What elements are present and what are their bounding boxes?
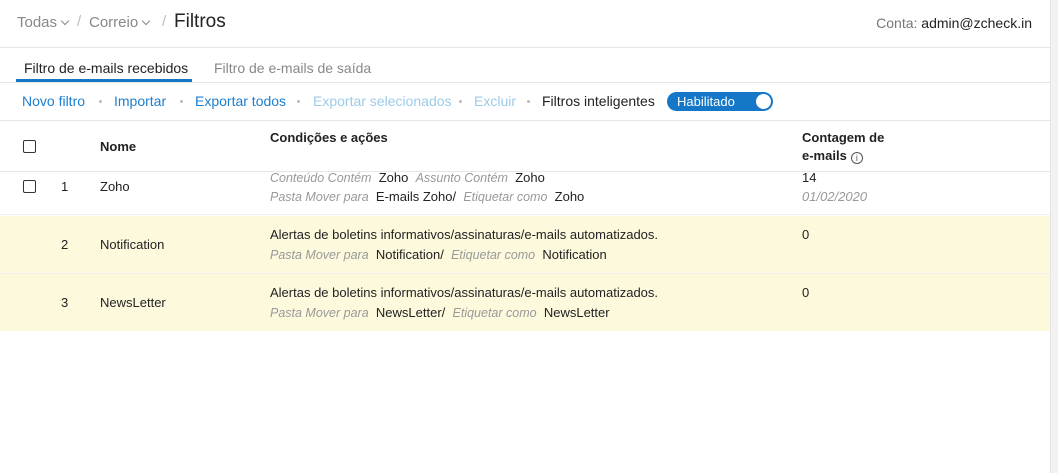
row-filter-name[interactable]: NewsLetter: [100, 295, 166, 310]
vertical-scrollbar[interactable]: [1050, 0, 1058, 473]
condition-value: Zoho: [515, 170, 545, 185]
row-last-date: 01/02/2020: [802, 189, 868, 204]
toolbar-divider-dot: [297, 100, 300, 103]
row-conditions: Conteúdo Contém Zoho Assunto Contém Zoho: [270, 170, 545, 185]
action-value: NewsLetter: [543, 305, 610, 320]
table-row[interactable]: 2 Notification Alertas de boletins infor…: [0, 216, 1050, 274]
breadcrumb-mail-label: Correio: [89, 14, 139, 31]
condition-label: Conteúdo Contém: [270, 171, 372, 185]
action-label: Pasta Mover para: [270, 248, 369, 262]
action-value: NewsLetter/: [375, 305, 446, 320]
toolbar-divider-dot: [180, 100, 183, 103]
row-email-count: 14: [802, 170, 817, 185]
export-all-button[interactable]: Exportar todos: [195, 93, 286, 109]
row-index: 3: [61, 295, 69, 310]
breadcrumb-separator: /: [77, 13, 82, 30]
toggle-state-label: Habilitado: [677, 94, 735, 109]
row-actions: Pasta Mover para E-mails Zoho/ Etiquetar…: [270, 189, 584, 204]
column-header-count-line1: Contagem de: [802, 130, 885, 145]
toolbar-divider-dot: [459, 100, 462, 103]
action-label: Etiquetar como: [452, 306, 537, 320]
row-filter-name[interactable]: Notification: [100, 237, 164, 252]
action-label: Pasta Mover para: [270, 306, 369, 320]
row-index: 1: [61, 179, 69, 194]
chevron-down-icon: [60, 16, 70, 26]
breadcrumb-all-dropdown[interactable]: Todas: [17, 14, 70, 31]
smart-filters-toggle[interactable]: Habilitado: [667, 92, 773, 111]
table-header: Nome Condições e ações Contagem de e-mai…: [0, 120, 1050, 172]
select-all-checkbox[interactable]: [23, 140, 36, 153]
toolbar-divider-dot: [527, 100, 530, 103]
condition-value: Zoho: [378, 170, 409, 185]
action-value: Zoho: [554, 189, 585, 204]
row-email-count: 0: [802, 285, 810, 300]
column-header-count: e-mails i: [802, 148, 863, 164]
condition-label: Assunto Contém: [415, 171, 508, 185]
filters-toolbar: Novo filtro Importar Exportar todos Expo…: [0, 84, 1050, 120]
page-title: Filtros: [174, 11, 226, 32]
action-value: E-mails Zoho/: [375, 189, 457, 204]
row-email-count: 0: [802, 227, 810, 242]
export-selected-button[interactable]: Exportar selecionados: [313, 93, 452, 109]
row-index: 2: [61, 237, 69, 252]
breadcrumb-all-label: Todas: [17, 14, 58, 31]
account-label: Conta:: [876, 15, 918, 31]
tab-incoming-filters[interactable]: Filtro de e-mails recebidos: [24, 60, 188, 76]
import-button[interactable]: Importar: [114, 93, 166, 109]
column-header-name[interactable]: Nome: [100, 139, 136, 154]
breadcrumb-separator: /: [162, 13, 167, 30]
action-value: Notification: [542, 247, 607, 262]
action-label: Pasta Mover para: [270, 190, 369, 204]
column-header-conditions: Condições e ações: [270, 130, 388, 145]
row-actions: Pasta Mover para Notification/ Etiquetar…: [270, 247, 607, 262]
toolbar-divider-dot: [99, 100, 102, 103]
row-condition-text: Alertas de boletins informativos/assinat…: [270, 227, 659, 242]
tab-outgoing-filters[interactable]: Filtro de e-mails de saída: [214, 60, 371, 76]
action-value: Notification/: [375, 247, 444, 262]
row-condition-text: Alertas de boletins informativos/assinat…: [270, 285, 659, 300]
row-filter-name[interactable]: Zoho: [100, 179, 130, 194]
account-email: admin@zcheck.in: [921, 15, 1032, 31]
new-filter-button[interactable]: Novo filtro: [22, 93, 85, 109]
action-label: Etiquetar como: [463, 190, 548, 204]
table-row[interactable]: 3 NewsLetter Alertas de boletins informa…: [0, 274, 1050, 331]
action-label: Etiquetar como: [451, 248, 536, 262]
active-tab-indicator: [16, 79, 192, 82]
account-info: Conta: admin@zcheck.in: [876, 15, 1032, 31]
delete-button[interactable]: Excluir: [474, 93, 516, 109]
toggle-knob: [756, 94, 771, 109]
column-header-count-line2: e-mails: [802, 148, 847, 163]
chevron-down-icon: [141, 16, 151, 26]
info-icon[interactable]: i: [850, 152, 863, 164]
row-actions: Pasta Mover para NewsLetter/ Etiquetar c…: [270, 305, 610, 320]
table-row[interactable]: 1 Zoho Conteúdo Contém Zoho Assunto Cont…: [0, 170, 1050, 215]
filters-page: Todas / Correio / Filtros Conta: admin@z…: [0, 0, 1050, 473]
filter-tabs: Filtro de e-mails recebidos Filtro de e-…: [0, 48, 1050, 83]
page-header: Todas / Correio / Filtros Conta: admin@z…: [0, 0, 1050, 48]
breadcrumb-mail-dropdown[interactable]: Correio: [89, 14, 151, 31]
smart-filters-label: Filtros inteligentes: [542, 93, 655, 109]
row-checkbox[interactable]: [23, 180, 36, 193]
